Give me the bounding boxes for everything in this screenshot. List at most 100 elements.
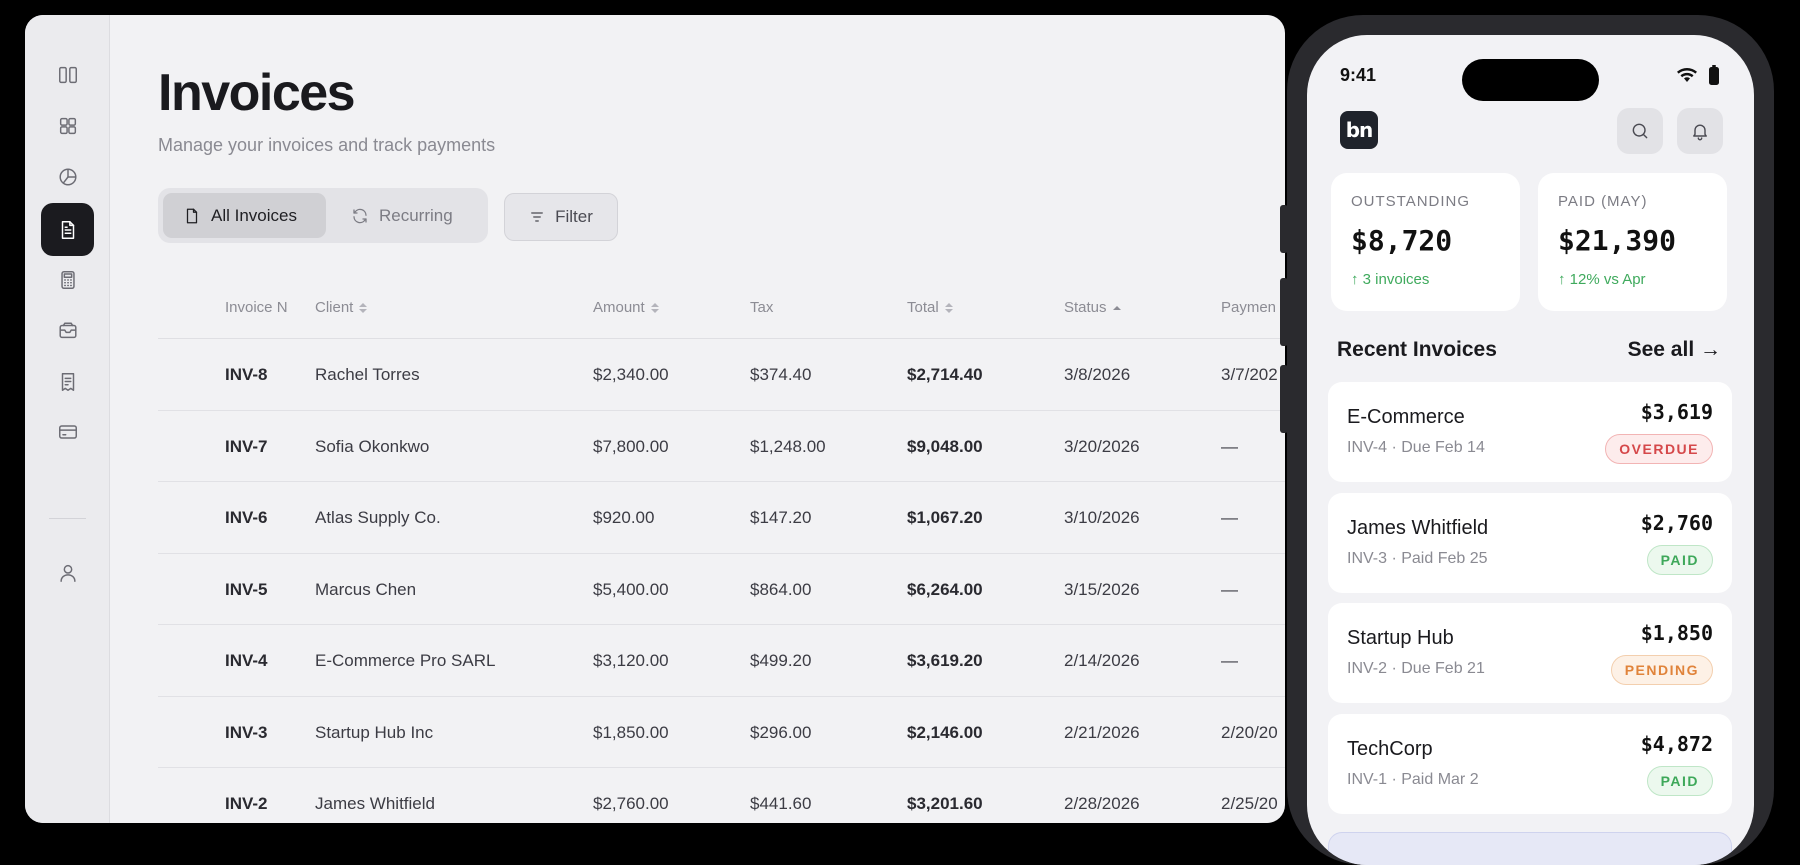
tab-recurring[interactable]: Recurring	[331, 193, 483, 238]
tab-all-invoices-label: All Invoices	[211, 205, 297, 225]
invoice-client: E-Commerce	[1347, 406, 1465, 428]
column-header-status[interactable]: Status	[1064, 299, 1121, 316]
sidebar-item-receipts[interactable]	[41, 355, 94, 408]
cell-tax: $1,248.00	[750, 436, 826, 456]
sidebar-item-dashboard[interactable]	[41, 99, 94, 152]
stat-card-outstanding[interactable]: OUTSTANDING $8,720 ↑ 3 invoices	[1331, 173, 1520, 311]
cell-client: Sofia Okonkwo	[315, 436, 430, 456]
cell-payment: —	[1221, 436, 1238, 456]
cell-invoice-id: INV-5	[225, 579, 268, 599]
table-row[interactable]: INV-7 Sofia Okonkwo $7,800.00 $1,248.00 …	[158, 411, 1285, 482]
cell-tax: $441.60	[750, 794, 812, 813]
invoice-card[interactable]: TechCorp INV-1 · Paid Mar 2 $4,872 PAID	[1328, 714, 1732, 814]
cell-client: Atlas Supply Co.	[315, 508, 441, 527]
invoice-client: Startup Hub	[1347, 627, 1454, 649]
cell-status: 3/10/2026	[1064, 508, 1140, 527]
column-header-label: Status	[1064, 299, 1107, 316]
invoice-meta: INV-1 · Paid Mar 2	[1347, 771, 1479, 788]
cell-total: $1,067.20	[907, 508, 983, 527]
invoice-amount: $1,850	[1640, 621, 1713, 645]
battery-icon	[1709, 65, 1719, 85]
stat-delta: ↑ 12% vs Apr	[1558, 271, 1646, 288]
cell-status: 3/8/2026	[1064, 365, 1131, 384]
sidebar-item-analytics[interactable]	[41, 150, 94, 203]
cell-amount: $7,800.00	[593, 436, 669, 456]
status-badge: PAID	[1646, 766, 1713, 796]
sort-icon	[650, 302, 659, 313]
column-header-tax[interactable]: Tax	[750, 299, 773, 316]
column-header-label: Invoice N	[225, 299, 288, 316]
invoice-document-icon	[61, 220, 74, 239]
phone-volume-down-button	[1280, 365, 1288, 433]
invoice-card[interactable]: Startup Hub INV-2 · Due Feb 21 $1,850 PE…	[1328, 603, 1732, 703]
invoice-card[interactable]: James Whitfield INV-3 · Paid Feb 25 $2,7…	[1328, 493, 1732, 593]
inbox-icon	[58, 321, 77, 338]
tab-all-invoices[interactable]: All Invoices	[163, 193, 326, 238]
table-row[interactable]: INV-4 E-Commerce Pro SARL $3,120.00 $499…	[158, 625, 1285, 697]
filter-button[interactable]: Filter	[504, 193, 618, 241]
stat-value: $8,720	[1351, 224, 1453, 257]
cell-invoice-id: INV-2	[225, 794, 268, 813]
stat-label: OUTSTANDING	[1351, 193, 1471, 210]
cell-amount: $1,850.00	[593, 722, 669, 742]
invoice-meta: INV-2 · Due Feb 21	[1347, 660, 1485, 677]
search-icon	[1632, 123, 1648, 139]
cell-status: 3/15/2026	[1064, 579, 1140, 599]
cell-total: $9,048.00	[907, 436, 983, 456]
cell-payment: 3/7/202	[1221, 365, 1278, 384]
invoice-card[interactable]: E-Commerce INV-4 · Due Feb 14 $3,619 OVE…	[1328, 382, 1732, 482]
cell-tax: $296.00	[750, 722, 812, 742]
column-header-label: Amount	[593, 299, 645, 316]
cell-client: Startup Hub Inc	[315, 722, 434, 742]
sidebar-item-inbox[interactable]	[41, 304, 94, 357]
see-all-link[interactable]: See all →	[1628, 338, 1721, 362]
sidebar-item-panel-toggle[interactable]	[41, 48, 94, 101]
cell-client: E-Commerce Pro SARL	[315, 651, 496, 670]
cell-payment: —	[1221, 651, 1238, 670]
cell-tax: $147.20	[750, 508, 812, 527]
table-header: Invoice N Client Amount Tax Total Status…	[158, 279, 1285, 339]
sidebar-item-invoices[interactable]	[41, 203, 94, 256]
column-header-payment[interactable]: Paymen	[1221, 299, 1276, 316]
phone-volume-up-button	[1280, 278, 1288, 346]
partially-visible-card[interactable]	[1328, 832, 1732, 865]
invoice-meta: INV-4 · Due Feb 14	[1347, 439, 1485, 456]
invoice-client: TechCorp	[1347, 738, 1433, 760]
phone-action-button	[1280, 205, 1288, 253]
recent-invoices-heading: Recent Invoices	[1337, 338, 1497, 361]
cell-amount: $920.00	[593, 508, 655, 527]
cell-total: $6,264.00	[907, 579, 983, 599]
table-row[interactable]: INV-8 Rachel Torres $2,340.00 $374.40 $2…	[158, 339, 1285, 411]
sidebar-item-calculator[interactable]	[41, 253, 94, 306]
column-header-label: Tax	[750, 299, 774, 316]
invoice-client: James Whitfield	[1347, 517, 1489, 539]
invoices-table: Invoice N Client Amount Tax Total Status…	[158, 279, 1285, 823]
cell-total: $2,146.00	[907, 722, 983, 742]
tab-recurring-label: Recurring	[379, 205, 453, 225]
cell-client: James Whitfield	[315, 794, 435, 813]
cell-amount: $2,340.00	[593, 365, 669, 384]
sidebar-item-payments[interactable]	[41, 405, 94, 458]
cell-client: Marcus Chen	[315, 579, 417, 599]
invoice-amount: $4,872	[1640, 732, 1713, 756]
table-row[interactable]: INV-2 James Whitfield $2,760.00 $441.60 …	[158, 768, 1285, 823]
table-row[interactable]: INV-5 Marcus Chen $5,400.00 $864.00 $6,2…	[158, 554, 1285, 625]
column-header-total[interactable]: Total	[907, 299, 953, 316]
table-row[interactable]: INV-6 Atlas Supply Co. $920.00 $147.20 $…	[158, 482, 1285, 554]
calculator-icon	[60, 270, 75, 289]
pie-chart-icon	[58, 167, 77, 186]
column-header-amount[interactable]: Amount	[593, 299, 659, 316]
table-row[interactable]: INV-3 Startup Hub Inc $1,850.00 $296.00 …	[158, 697, 1285, 768]
cell-tax: $864.00	[750, 579, 812, 599]
sort-icon	[359, 302, 368, 313]
notifications-button[interactable]	[1677, 108, 1723, 154]
search-button[interactable]	[1617, 108, 1663, 154]
column-header-client[interactable]: Client	[315, 299, 368, 316]
column-header-invoice-number[interactable]: Invoice N	[225, 299, 288, 316]
column-header-label: Total	[907, 299, 939, 316]
stat-value: $21,390	[1558, 224, 1677, 257]
stat-card-paid[interactable]: PAID (MAY) $21,390 ↑ 12% vs Apr	[1538, 173, 1727, 311]
sidebar-rail	[25, 15, 110, 823]
sidebar-item-profile[interactable]	[41, 546, 94, 599]
cell-client: Rachel Torres	[315, 365, 420, 384]
